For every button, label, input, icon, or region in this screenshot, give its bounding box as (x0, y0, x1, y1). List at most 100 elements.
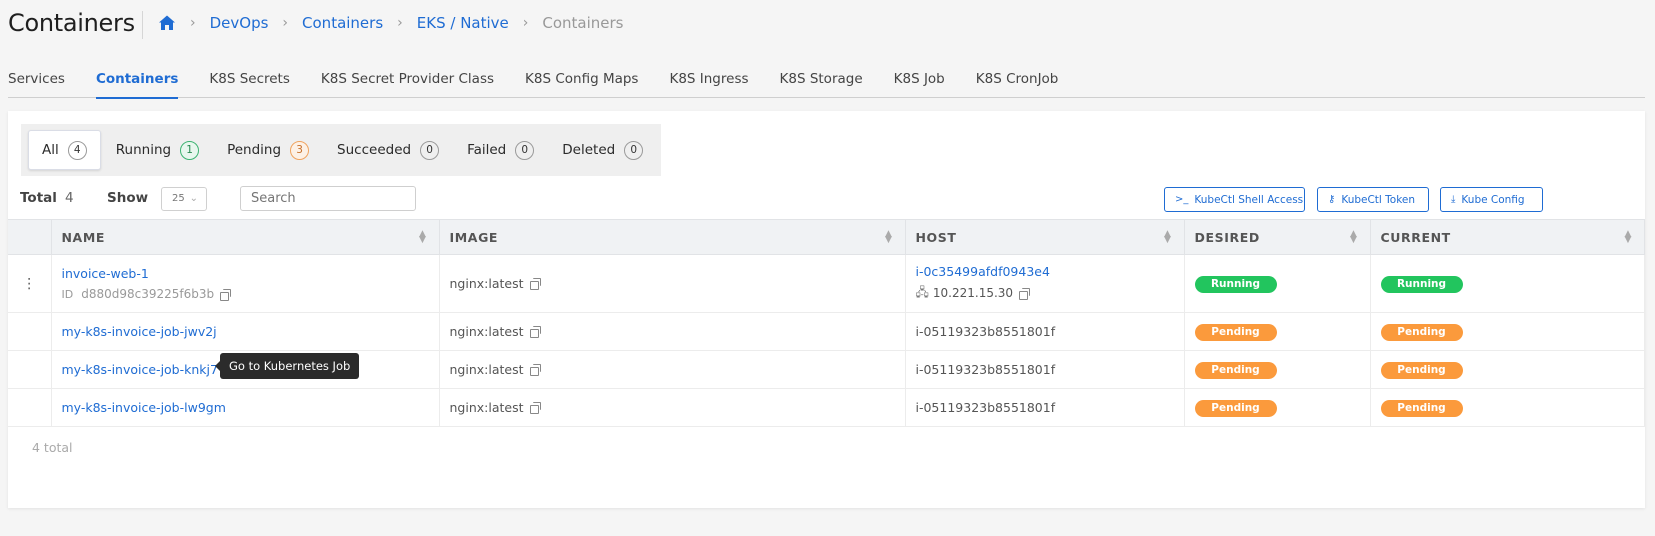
tab-containers[interactable]: Containers (95, 68, 179, 99)
host-cell: i-05119323b8551801f (905, 350, 1185, 389)
name-cell: my-k8s-invoice-job-lw9gm (51, 388, 440, 427)
tab-k8s-secrets[interactable]: K8S Secrets (209, 68, 290, 98)
host-cell: i-0c35499afdf0943e4 🖧 10.221.15.30 (905, 254, 1185, 313)
status-filter-bar: All 4 Running 1 Pending 3 Succeeded 0 Fa… (21, 124, 661, 176)
column-header-name[interactable]: NAME ▲ ▼ (51, 219, 440, 255)
filter-failed[interactable]: Failed 0 (454, 130, 547, 170)
filter-running[interactable]: Running 1 (103, 130, 212, 170)
tab-k8s-secret-provider-class[interactable]: K8S Secret Provider Class (321, 68, 494, 98)
home-icon[interactable] (158, 14, 176, 32)
copy-icon[interactable] (529, 364, 541, 376)
host-value: i-05119323b8551801f (915, 400, 1056, 415)
filter-pending[interactable]: Pending 3 (214, 130, 322, 170)
image-value: nginx:latest (449, 276, 524, 291)
column-header-desired[interactable]: DESIRED ▲ ▼ (1184, 219, 1371, 255)
image-cell: nginx:latest (439, 254, 906, 313)
kubectl-token-button[interactable]: ⚷ KubeCtl Token (1317, 187, 1429, 212)
desired-cell: Pending (1184, 312, 1371, 351)
current-cell: Pending (1370, 388, 1645, 427)
status-badge: Pending (1380, 399, 1463, 417)
button-label: KubeCtl Shell Access (1194, 193, 1304, 206)
container-id: ID d880d98c39225f6b3b (62, 287, 439, 301)
filter-count: 4 (67, 140, 87, 160)
status-badge: Pending (1194, 361, 1277, 379)
row-actions-icon[interactable]: ⋮ (8, 254, 52, 313)
image-value: nginx:latest (449, 362, 524, 377)
sort-icon[interactable]: ▲ ▼ (419, 230, 427, 245)
host-ip-value: 10.221.15.30 (932, 286, 1014, 300)
status-badge: Running (1194, 275, 1277, 293)
page-size-select[interactable]: 25 ⌄ (161, 187, 207, 211)
host-value: i-05119323b8551801f (915, 324, 1056, 339)
row-actions-cell (8, 350, 52, 389)
container-name-link[interactable]: my-k8s-invoice-job-jwv2j (62, 324, 217, 339)
tab-bar: Services Containers K8S Secrets K8S Secr… (8, 68, 1645, 99)
status-badge: Pending (1380, 361, 1463, 379)
filter-label: Succeeded (337, 142, 412, 158)
tab-services[interactable]: Services (8, 68, 65, 98)
button-label: KubeCtl Token (1341, 193, 1416, 206)
containers-panel: All 4 Running 1 Pending 3 Succeeded 0 Fa… (8, 111, 1645, 508)
title-divider (142, 11, 143, 39)
column-header-current[interactable]: CURRENT ▲ ▼ (1370, 219, 1645, 255)
filter-succeeded[interactable]: Succeeded 0 (324, 130, 452, 170)
table-row: ⋮ invoice-web-1 ID d880d98c39225f6b3b ng… (8, 254, 1645, 313)
host-ip: 🖧 10.221.15.30 (916, 283, 1184, 304)
sort-icon[interactable]: ▲ ▼ (1164, 230, 1172, 245)
column-header-label: IMAGE (449, 229, 499, 245)
filter-count: 0 (420, 140, 440, 160)
status-badge: Pending (1380, 323, 1463, 341)
host-value: i-05119323b8551801f (915, 362, 1056, 377)
host-cell: i-05119323b8551801f (905, 312, 1185, 351)
tooltip: Go to Kubernetes Job (214, 353, 360, 379)
page-size-value: 25 (172, 193, 185, 204)
container-name-link[interactable]: invoice-web-1 (62, 266, 439, 281)
host-link[interactable]: i-0c35499afdf0943e4 (916, 264, 1184, 279)
column-header-label: DESIRED (1194, 229, 1260, 245)
tab-k8s-ingress[interactable]: K8S Ingress (669, 68, 748, 98)
filter-count: 0 (515, 140, 535, 160)
desired-cell: Running (1184, 254, 1371, 313)
container-name-link[interactable]: my-k8s-invoice-job-knkj7 (62, 362, 218, 377)
breadcrumb-eks-native[interactable]: EKS / Native (417, 14, 509, 32)
copy-icon[interactable] (529, 278, 541, 290)
image-cell: nginx:latest (439, 388, 906, 427)
filter-all[interactable]: All 4 (28, 130, 101, 170)
image-cell: nginx:latest (439, 350, 906, 389)
show-label: Show (107, 190, 149, 206)
breadcrumb: › DevOps › Containers › EKS / Native › C… (158, 14, 624, 32)
tab-k8s-storage[interactable]: K8S Storage (780, 68, 863, 98)
search-input[interactable] (240, 186, 416, 211)
desired-cell: Pending (1184, 350, 1371, 389)
kube-config-button[interactable]: ⤓ Kube Config (1440, 187, 1543, 212)
image-cell: nginx:latest (439, 312, 906, 351)
sort-icon[interactable]: ▲ ▼ (1350, 230, 1358, 245)
kubectl-shell-access-button[interactable]: >_ KubeCtl Shell Access (1164, 187, 1305, 212)
chevron-right-icon: › (522, 15, 529, 31)
page-title: Containers (8, 9, 135, 37)
chevron-down-icon: ⌄ (189, 193, 198, 204)
current-cell: Pending (1370, 350, 1645, 389)
column-header-label: HOST (915, 229, 957, 245)
container-name-link[interactable]: my-k8s-invoice-job-lw9gm (62, 400, 226, 415)
copy-icon[interactable] (1019, 287, 1031, 300)
sort-icon[interactable]: ▲ ▼ (885, 230, 893, 245)
breadcrumb-containers[interactable]: Containers (302, 14, 383, 32)
chevron-right-icon: › (397, 15, 403, 31)
total-label: Total (20, 190, 57, 206)
column-header-host[interactable]: HOST ▲ ▼ (905, 219, 1185, 255)
name-cell: invoice-web-1 ID d880d98c39225f6b3b (51, 254, 440, 313)
tab-k8s-job[interactable]: K8S Job (894, 68, 945, 98)
tab-k8s-config-maps[interactable]: K8S Config Maps (525, 68, 638, 98)
copy-icon[interactable] (220, 288, 232, 301)
filter-deleted[interactable]: Deleted 0 (549, 130, 656, 170)
copy-icon[interactable] (529, 326, 541, 338)
breadcrumb-devops[interactable]: DevOps (210, 14, 269, 32)
column-header-image[interactable]: IMAGE ▲ ▼ (439, 219, 906, 255)
sort-icon[interactable]: ▲ ▼ (1624, 230, 1632, 245)
containers-table: NAME ▲ ▼ IMAGE ▲ ▼ HOST ▲ ▼ DESIRED ▲ ▼ CURRENT ▲… (8, 219, 1645, 427)
tab-k8s-cronjob[interactable]: K8S CronJob (976, 68, 1059, 98)
copy-icon[interactable] (529, 402, 541, 414)
status-badge: Pending (1194, 323, 1277, 341)
network-icon: 🖧 (915, 284, 929, 299)
